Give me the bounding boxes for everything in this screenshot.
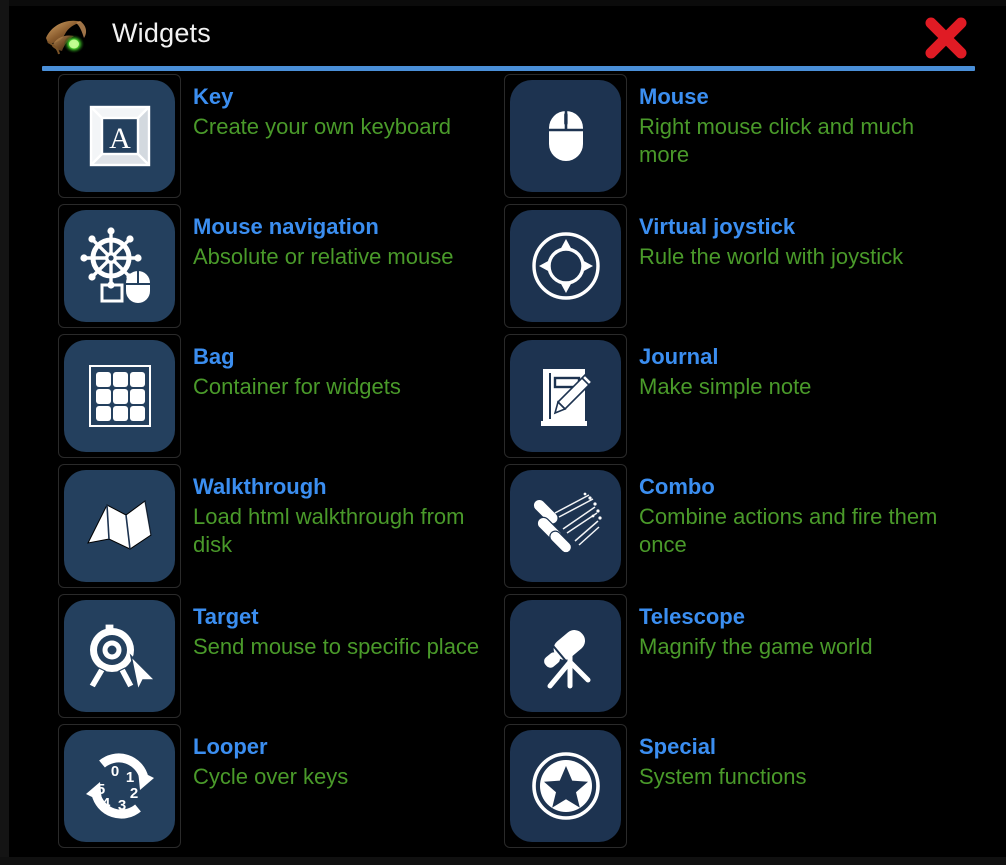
mouse-icon bbox=[548, 111, 583, 161]
widget-item-combo[interactable]: Combo Combine actions and fire them once bbox=[504, 464, 950, 589]
widget-description: Magnify the game world bbox=[639, 633, 873, 659]
widget-item-telescope[interactable]: Telescope Magnify the game world bbox=[504, 594, 950, 719]
widget-title: Journal bbox=[639, 344, 719, 369]
widget-icon-tile[interactable] bbox=[58, 464, 181, 588]
ships-wheel-mouse-icon bbox=[79, 227, 150, 303]
widget-description: Load html walkthrough from disk bbox=[193, 503, 465, 558]
widget-text-block: Telescope Magnify the game world bbox=[627, 594, 873, 661]
widget-description: Rule the world with joystick bbox=[639, 243, 904, 269]
widget-icon-tile[interactable]: 0 1 2 3 4 5 bbox=[58, 724, 181, 848]
keyboard-key-icon: A bbox=[89, 105, 150, 167]
widget-icon-tile[interactable] bbox=[504, 464, 627, 588]
widget-item-mouse[interactable]: Mouse Right mouse click and much more bbox=[504, 74, 950, 199]
widget-item-virtual-joystick[interactable]: Virtual joystick Rule the world with joy… bbox=[504, 204, 950, 329]
widget-icon-tile[interactable]: A bbox=[58, 74, 181, 198]
widget-text-block: Mouse Right mouse click and much more bbox=[627, 74, 950, 169]
widget-title: Walkthrough bbox=[193, 474, 327, 499]
looper-digit-1: 1 bbox=[125, 769, 133, 786]
widget-description: System functions bbox=[639, 763, 807, 789]
svg-text:A: A bbox=[109, 122, 131, 155]
widget-icon-tile[interactable] bbox=[504, 334, 627, 458]
window-bottom-edge bbox=[0, 857, 1006, 865]
star-circle-icon bbox=[531, 752, 600, 820]
widget-item-journal[interactable]: Journal Make simple note bbox=[504, 334, 950, 459]
widget-title: Target bbox=[193, 604, 259, 629]
widget-title: Looper bbox=[193, 734, 268, 759]
widget-description: Make simple note bbox=[639, 373, 812, 399]
widget-text-block: Walkthrough Load html walkthrough from d… bbox=[181, 464, 504, 559]
widget-item-special[interactable]: Special System functions bbox=[504, 724, 950, 849]
widget-item-mouse-navigation[interactable]: Mouse navigation Absolute or relative mo… bbox=[58, 204, 504, 329]
widgets-dialog: Widgets A Key Create your own keyboard M… bbox=[0, 0, 1006, 865]
close-x-icon bbox=[925, 17, 967, 59]
looper-digit-2: 2 bbox=[129, 785, 137, 802]
widget-list: A Key Create your own keyboard Mouse Rig… bbox=[0, 74, 1006, 849]
widget-title: Telescope bbox=[639, 604, 745, 629]
widget-item-looper[interactable]: 0 1 2 3 4 5 Looper Cycle over keys bbox=[58, 724, 504, 849]
looper-digit-5: 5 bbox=[96, 781, 104, 798]
widget-title: Key bbox=[193, 84, 234, 109]
close-button[interactable] bbox=[918, 14, 974, 62]
loop-arrows-icon: 0 1 2 3 4 5 bbox=[85, 753, 154, 819]
header-divider bbox=[42, 66, 975, 71]
grid-bag-icon bbox=[88, 365, 151, 427]
widget-title: Virtual joystick bbox=[639, 214, 796, 239]
widget-text-block: Target Send mouse to specific place bbox=[181, 594, 479, 661]
notebook-pencil-icon bbox=[540, 369, 593, 426]
widget-text-block: Key Create your own keyboard bbox=[181, 74, 451, 141]
widget-title: Bag bbox=[193, 344, 235, 369]
widget-text-block: Mouse navigation Absolute or relative mo… bbox=[181, 204, 453, 271]
widget-title: Mouse bbox=[639, 84, 709, 109]
widget-icon-tile[interactable] bbox=[58, 334, 181, 458]
widget-text-block: Virtual joystick Rule the world with joy… bbox=[627, 204, 903, 271]
widget-title: Combo bbox=[639, 474, 715, 499]
folded-map-icon bbox=[86, 500, 152, 550]
widget-icon-tile[interactable] bbox=[58, 594, 181, 718]
missiles-icon bbox=[532, 492, 602, 554]
widget-text-block: Combo Combine actions and fire them once bbox=[627, 464, 950, 559]
widget-description: Create your own keyboard bbox=[193, 113, 452, 139]
dialog-header: Widgets bbox=[0, 6, 1006, 71]
widget-description: Cycle over keys bbox=[193, 763, 349, 789]
target-cursor-icon bbox=[87, 623, 157, 693]
widget-item-key[interactable]: A Key Create your own keyboard bbox=[58, 74, 504, 199]
widget-icon-tile[interactable] bbox=[504, 204, 627, 328]
widget-text-block: Looper Cycle over keys bbox=[181, 724, 348, 791]
widget-item-target[interactable]: Target Send mouse to specific place bbox=[58, 594, 504, 719]
widget-description: Send mouse to specific place bbox=[193, 633, 480, 659]
looper-digit-3: 3 bbox=[117, 797, 125, 814]
widget-icon-tile[interactable] bbox=[504, 724, 627, 848]
widget-description: Right mouse click and much more bbox=[639, 113, 915, 168]
widget-title: Special bbox=[639, 734, 717, 759]
widget-title: Mouse navigation bbox=[193, 214, 379, 239]
widget-text-block: Journal Make simple note bbox=[627, 334, 811, 401]
dragon-logo-icon bbox=[38, 12, 94, 60]
joystick-dpad-icon bbox=[531, 232, 600, 300]
widget-description: Combine actions and fire them once bbox=[639, 503, 938, 558]
widget-text-block: Special System functions bbox=[627, 724, 807, 791]
widget-description: Absolute or relative mouse bbox=[193, 243, 454, 269]
widget-text-block: Bag Container for widgets bbox=[181, 334, 401, 401]
widget-icon-tile[interactable] bbox=[504, 594, 627, 718]
widget-icon-tile[interactable] bbox=[504, 74, 627, 198]
widget-item-walkthrough[interactable]: Walkthrough Load html walkthrough from d… bbox=[58, 464, 504, 589]
widget-item-bag[interactable]: Bag Container for widgets bbox=[58, 334, 504, 459]
widget-description: Container for widgets bbox=[193, 373, 401, 399]
widget-icon-tile[interactable] bbox=[58, 204, 181, 328]
looper-digit-0: 0 bbox=[110, 763, 118, 780]
window-title: Widgets bbox=[112, 18, 211, 48]
telescope-icon bbox=[543, 630, 590, 689]
